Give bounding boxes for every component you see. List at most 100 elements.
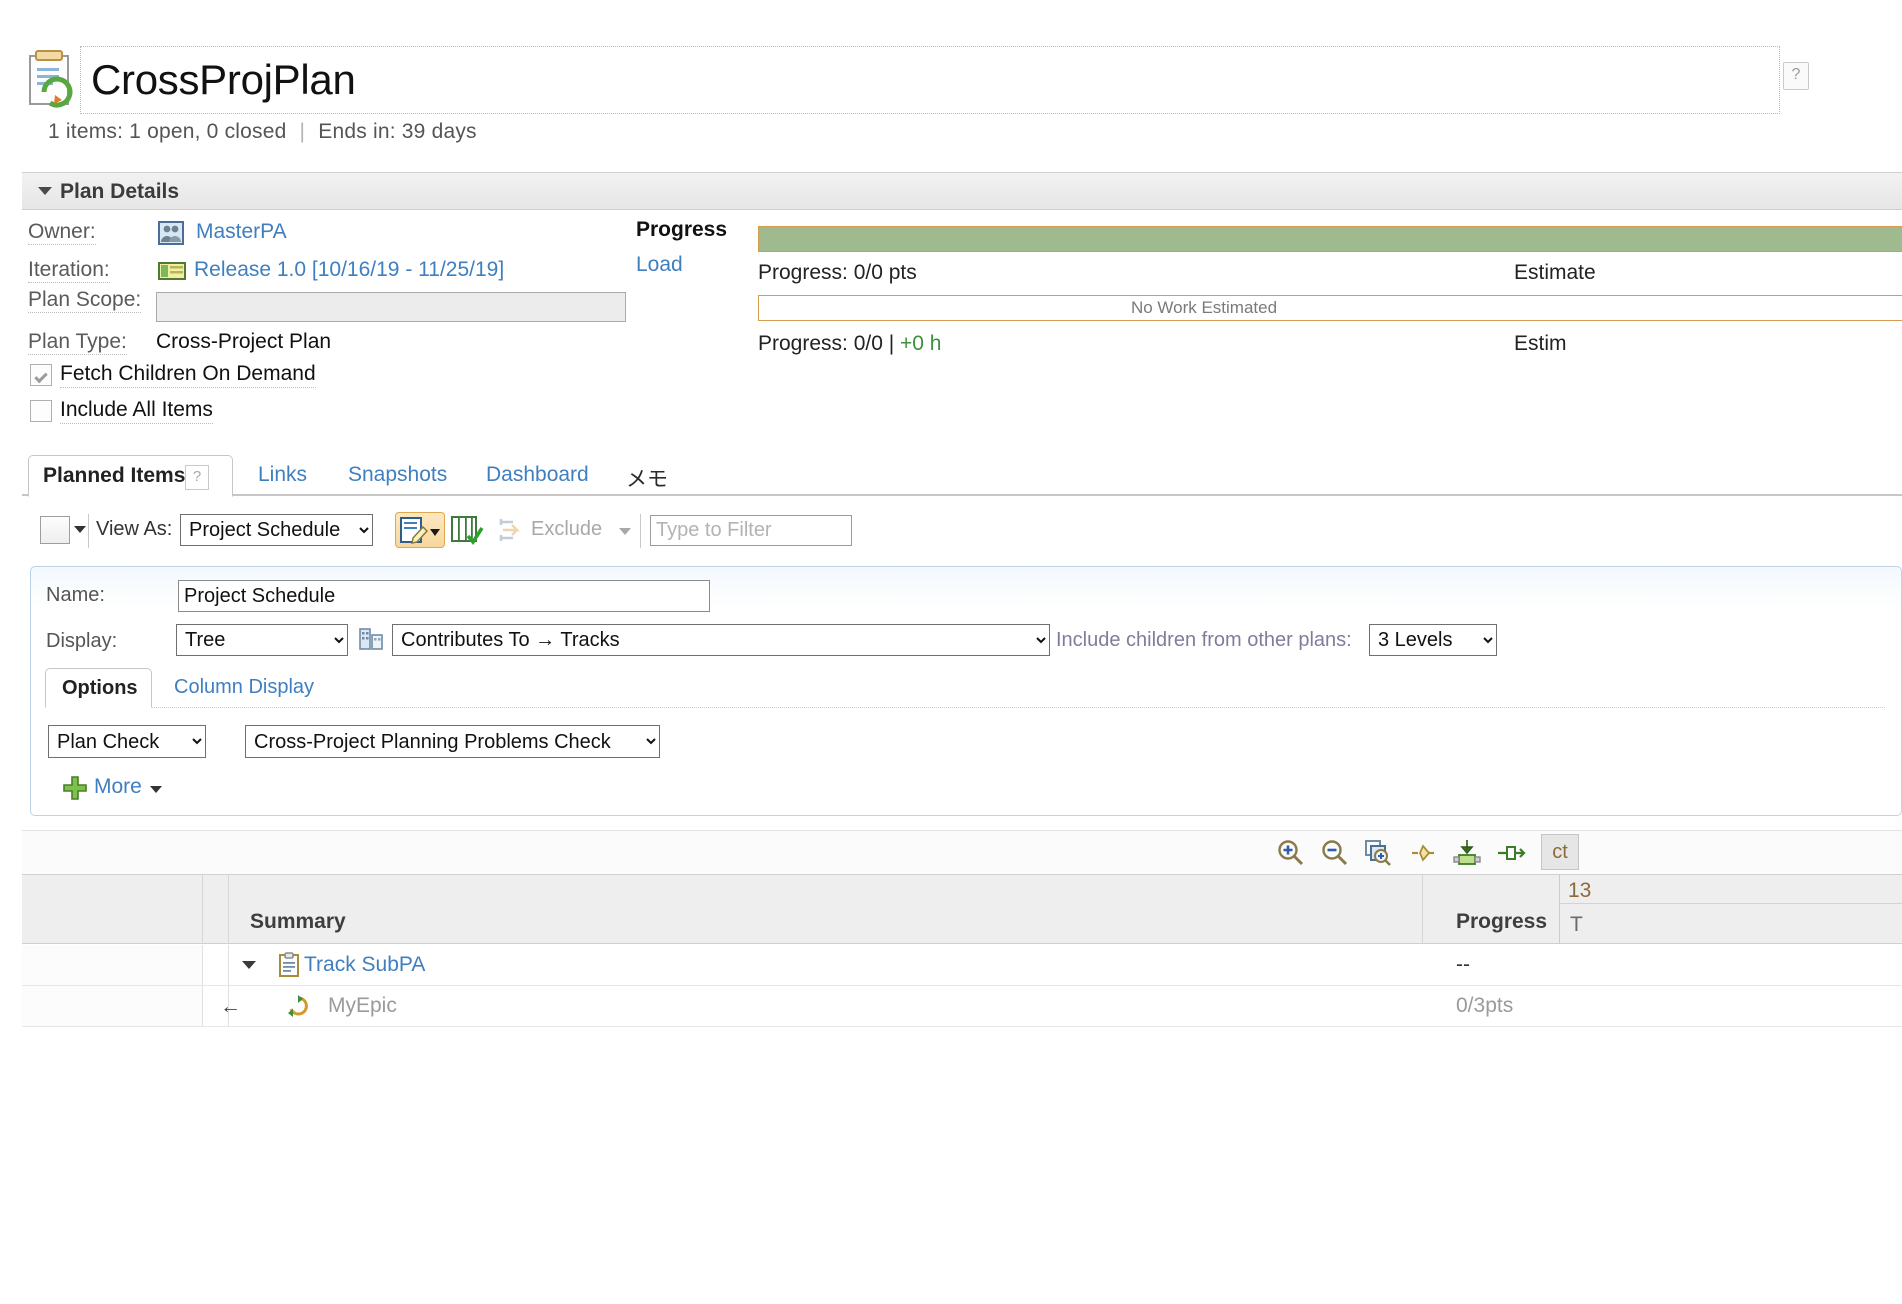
title-help-icon[interactable]: ? <box>1783 62 1809 90</box>
row-progress-value: 0/3pts <box>1456 994 1514 1017</box>
progress-bar-hours: No Work Estimated <box>758 295 1902 321</box>
tab-snapshots[interactable]: Snapshots <box>348 463 447 487</box>
row-expander-gutter <box>203 945 229 985</box>
progress-hours-text: Progress: 0/0 | +0 h <box>758 332 942 356</box>
progress-hours-prefix: Progress: 0/0 | <box>758 332 895 355</box>
relationship-select[interactable]: Contributes To → Tracks <box>392 624 1050 656</box>
indent-icon[interactable] <box>497 516 523 544</box>
fetch-children-checkbox[interactable] <box>30 364 52 386</box>
progress-title: Progress <box>636 218 728 241</box>
gantt-column-label[interactable]: ct <box>1541 834 1579 870</box>
iteration-label: Iteration: <box>28 258 110 283</box>
progress-points-text: Progress: 0/0 pts <box>758 261 917 284</box>
edit-view-button[interactable] <box>395 512 445 548</box>
row-gutter <box>22 945 203 985</box>
iteration-calendar-icon <box>158 262 186 280</box>
exclude-chevron-down-icon[interactable] <box>619 528 631 535</box>
select-all-chevron-down-icon[interactable] <box>74 526 86 533</box>
tab-underline <box>22 494 1902 496</box>
plan-scope-label: Plan Scope: <box>28 288 142 313</box>
zoom-out-icon[interactable] <box>1320 838 1350 868</box>
plan-details-label: Plan Details <box>60 180 180 203</box>
iteration-value-link[interactable]: Release 1.0 [10/16/19 - 11/25/19] <box>194 258 504 282</box>
owner-avatar-icon <box>158 221 184 245</box>
plan-check-select[interactable]: Plan Check <box>48 725 206 758</box>
row-summary-link[interactable]: Track SubPA <box>304 953 425 977</box>
iteration-row: Iteration: <box>28 258 110 283</box>
plan-scope-input[interactable] <box>156 292 626 322</box>
display-mode-select[interactable]: Tree <box>176 624 348 656</box>
tab-links[interactable]: Links <box>258 463 307 487</box>
more-chevron-down-icon[interactable] <box>150 786 162 793</box>
plan-summary-line: 1 items: 1 open, 0 closed | Ends in: 39 … <box>48 120 477 144</box>
planned-items-grid: Summary Progress 13 T Track SubPA -- ← M… <box>22 874 1902 1054</box>
tab-planned-items[interactable]: Planned Items ? <box>28 455 233 497</box>
zoom-fit-icon[interactable] <box>1364 838 1394 868</box>
tab-options-label: Options <box>62 677 138 699</box>
toolbar-divider-1 <box>88 514 89 548</box>
column-display-button[interactable] <box>450 514 484 546</box>
more-button-label[interactable]: More <box>94 775 142 799</box>
table-row[interactable]: ← MyEpic 0/3pts <box>22 986 1902 1027</box>
clipboard-icon <box>277 952 301 978</box>
owner-value: MasterPA <box>196 220 287 243</box>
exclude-button-label[interactable]: Exclude <box>531 518 602 541</box>
plan-scope-row: Plan Scope: <box>28 288 142 313</box>
select-all-checkbox[interactable] <box>40 516 70 544</box>
tab-column-display[interactable]: Column Display <box>174 676 314 699</box>
load-link[interactable]: Load <box>636 253 683 277</box>
plan-page: CrossProjPlan ? 1 items: 1 open, 0 close… <box>0 0 1902 1304</box>
view-as-label: View As: <box>96 518 173 540</box>
gantt-period-label: 13 <box>1568 879 1592 902</box>
export-icon[interactable] <box>1452 838 1482 868</box>
tab-dashboard[interactable]: Dashboard <box>486 463 589 487</box>
plan-type-row: Plan Type: <box>28 330 127 355</box>
grid-header-divider-3 <box>1422 875 1423 944</box>
hierarchy-icon[interactable] <box>358 626 384 652</box>
summary-open-closed: 1 open, 0 closed <box>129 120 287 143</box>
owner-value-link[interactable]: MasterPA <box>196 220 287 244</box>
title-row: CrossProjPlan ? <box>0 22 1902 114</box>
column-header-progress[interactable]: Progress <box>1456 910 1547 934</box>
row-expand-caret-icon[interactable] <box>242 961 256 969</box>
plan-details-section-header[interactable]: Plan Details <box>22 172 1902 210</box>
collapse-icon[interactable] <box>1408 838 1438 868</box>
progress-hours-delta: +0 h <box>900 332 942 355</box>
filter-input[interactable] <box>650 515 852 546</box>
view-name-input[interactable] <box>178 580 710 612</box>
include-all-items-label: Include All Items <box>60 398 213 424</box>
column-header-summary[interactable]: Summary <box>250 910 346 934</box>
include-all-items-checkbox[interactable] <box>30 400 52 422</box>
plan-type-label: Plan Type: <box>28 330 127 355</box>
plan-type-value: Cross-Project Plan <box>156 330 332 353</box>
row-gutter <box>22 986 203 1026</box>
estimate-hours-text: Estim <box>1514 332 1567 355</box>
row-back-arrow-icon[interactable]: ← <box>220 995 241 1019</box>
page-title: CrossProjPlan <box>91 56 356 103</box>
plan-title-field[interactable]: CrossProjPlan <box>80 46 1780 114</box>
no-work-estimated-text: No Work Estimated <box>1130 298 1278 317</box>
row-summary-label: MyEpic <box>328 994 397 1017</box>
levels-select[interactable]: 3 Levels <box>1369 624 1497 656</box>
expand-width-icon[interactable] <box>1496 838 1526 868</box>
row-progress-value: -- <box>1456 953 1470 976</box>
gantt-subheader <box>1560 903 1902 945</box>
progress-bar-points <box>758 226 1902 252</box>
add-plus-icon[interactable] <box>62 775 88 801</box>
name-label: Name: <box>46 584 105 606</box>
iteration-value: Release 1.0 [10/16/19 - 11/25/19] <box>194 258 505 281</box>
summary-ends-label: Ends in: <box>318 120 396 143</box>
summary-separator: | <box>299 120 306 143</box>
tab-help-icon[interactable]: ? <box>185 465 209 490</box>
summary-item-count: 1 items: <box>48 120 124 143</box>
zoom-in-icon[interactable] <box>1276 838 1306 868</box>
fetch-children-label: Fetch Children On Demand <box>60 362 316 388</box>
tab-memo[interactable]: メモ <box>626 463 668 493</box>
toolbar-divider-2 <box>640 514 641 548</box>
tab-options[interactable]: Options <box>45 668 152 708</box>
view-as-select[interactable]: Project Schedule <box>180 514 373 546</box>
problems-check-select[interactable]: Cross-Project Planning Problems Check <box>245 725 660 758</box>
table-row[interactable]: Track SubPA -- <box>22 945 1902 986</box>
gantt-day-label: T <box>1570 913 1583 936</box>
collapse-caret-icon[interactable] <box>38 187 52 195</box>
